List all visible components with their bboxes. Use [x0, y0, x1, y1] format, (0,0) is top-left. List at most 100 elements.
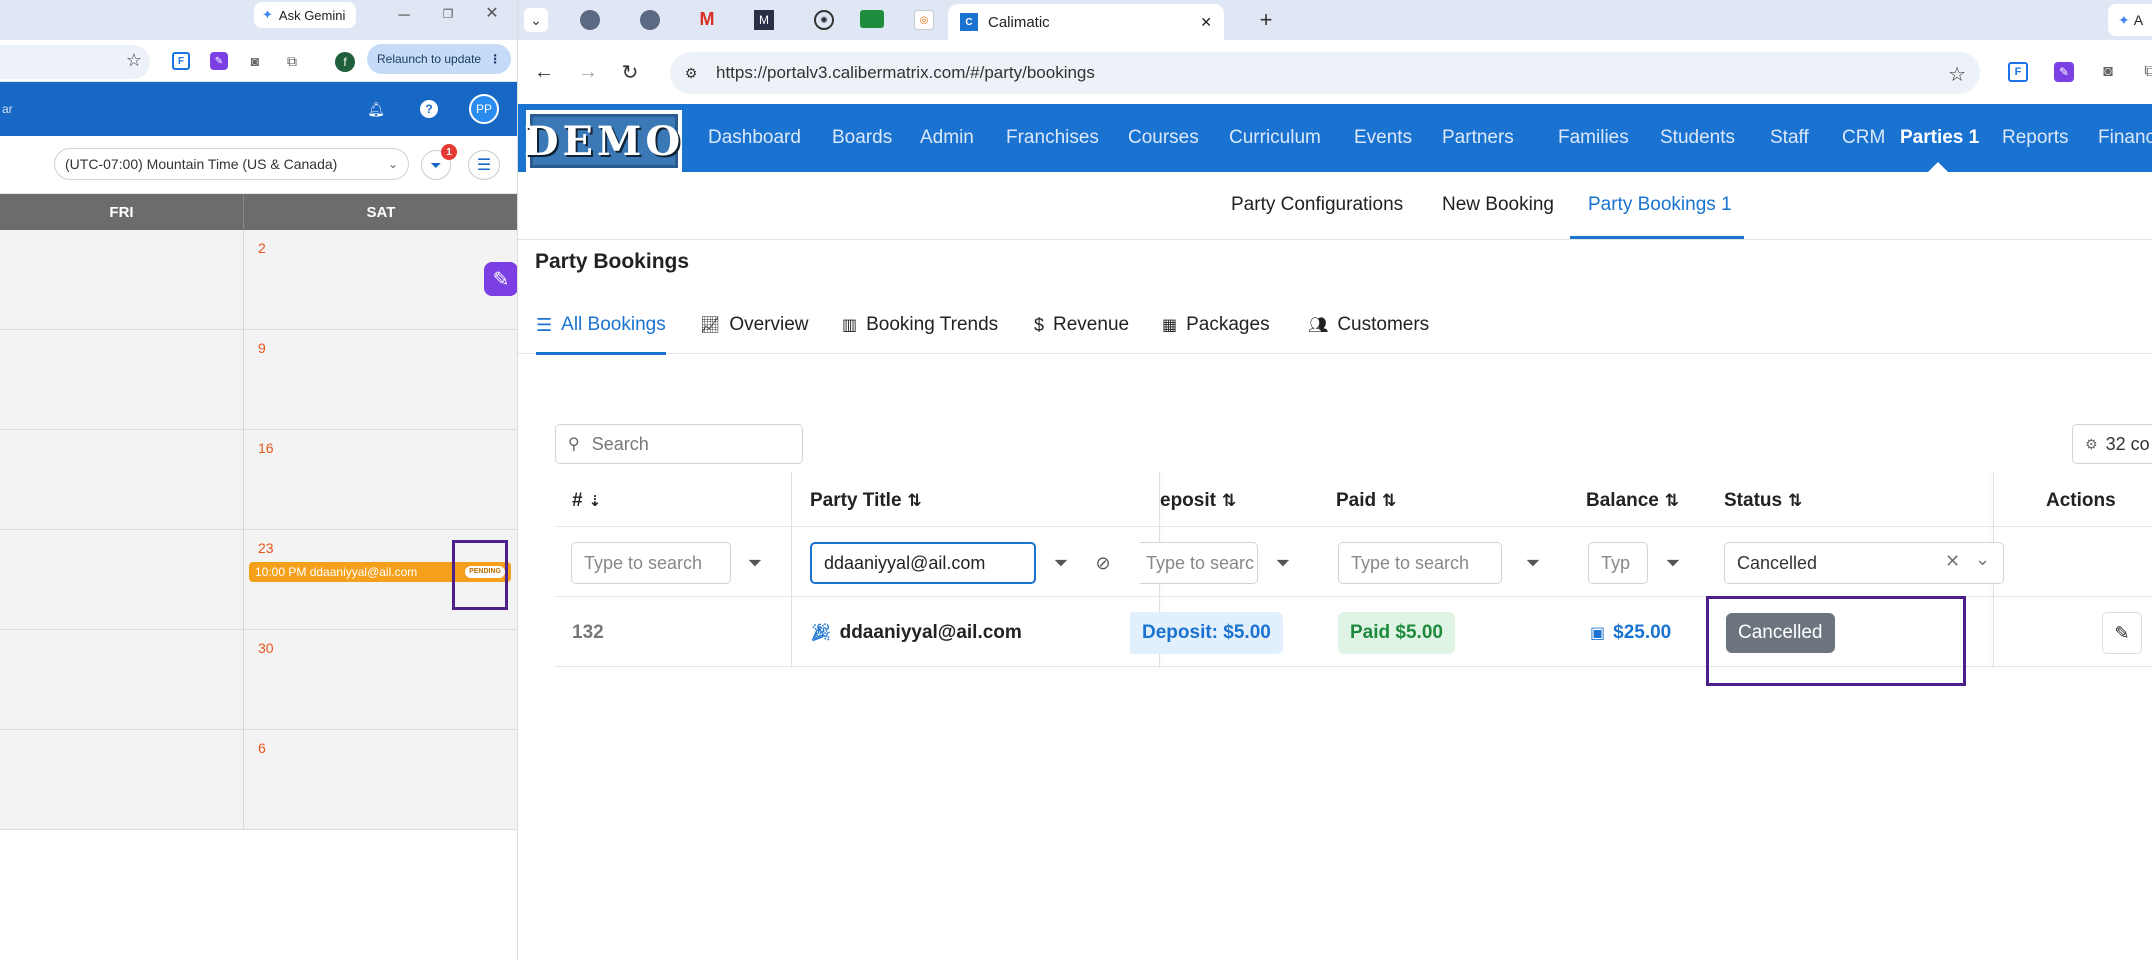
filter-icon[interactable]: ⏷: [1662, 552, 1684, 574]
deposit-filter-input[interactable]: Type to searc: [1140, 542, 1258, 584]
minimize-icon[interactable]: ─: [396, 7, 412, 24]
status-filter-select[interactable]: Cancelled ✕ ⌄: [1724, 542, 2004, 584]
filter-icon[interactable]: ⏷: [744, 552, 766, 574]
new-tab-icon[interactable]: +: [1254, 7, 1278, 32]
ask-gemini-tab[interactable]: ✦ Ask Gemini: [254, 2, 356, 28]
globe-tab-icon[interactable]: [580, 10, 600, 30]
search-input[interactable]: ⚲ Search: [555, 424, 803, 464]
camera-icon[interactable]: ◙: [246, 52, 264, 70]
globe-tab-icon[interactable]: [640, 10, 660, 30]
id-filter-input[interactable]: Type to search: [571, 542, 731, 584]
back-icon[interactable]: ←: [532, 60, 556, 84]
column-header-paid[interactable]: Paid ⇅: [1336, 474, 1396, 528]
column-header-balance[interactable]: Balance ⇅: [1586, 474, 1679, 528]
bell-icon[interactable]: 🔔︎: [367, 100, 385, 118]
calendar-cell[interactable]: 2: [244, 230, 517, 329]
tab-booking-trends[interactable]: ▥ Booking Trends: [842, 314, 998, 336]
profile-icon[interactable]: f: [335, 52, 355, 72]
gmail-tab-icon[interactable]: M: [696, 9, 718, 29]
app-tab-icon[interactable]: ◎: [914, 10, 934, 30]
right-edge-tab[interactable]: ✦ A: [2108, 4, 2152, 36]
site-info-icon[interactable]: ⚙: [680, 62, 702, 84]
edit-pen-icon[interactable]: ✎: [484, 262, 517, 296]
subnav-party-configurations[interactable]: Party Configurations: [1231, 194, 1403, 216]
avatar[interactable]: PP: [469, 94, 499, 124]
demo-logo[interactable]: DEMO: [524, 110, 682, 172]
camera-icon[interactable]: ◙: [2098, 62, 2118, 82]
calendar-cell[interactable]: 30: [244, 630, 517, 729]
column-header-id[interactable]: # ⇣: [572, 474, 601, 528]
row-party-title[interactable]: 🎉︎ ddaaniyyal@ail.com: [810, 622, 1022, 644]
app-tab-icon[interactable]: M: [754, 10, 774, 30]
meet-tab-icon[interactable]: [860, 10, 884, 28]
relaunch-button[interactable]: Relaunch to update ⋮: [367, 44, 511, 74]
calendar-cell[interactable]: [0, 430, 244, 529]
nav-admin[interactable]: Admin: [920, 104, 974, 172]
puzzle-icon[interactable]: ⧉: [2140, 62, 2152, 82]
bookmark-star-icon[interactable]: ☆: [124, 50, 144, 70]
active-tab[interactable]: C Calimatic ✕: [948, 4, 1224, 40]
calendar-cell[interactable]: 16: [244, 430, 517, 529]
tab-all-bookings[interactable]: ☰ All Bookings: [536, 314, 666, 336]
nav-reports[interactable]: Reports: [2002, 104, 2069, 172]
calendar-cell[interactable]: [0, 730, 244, 829]
filter-icon[interactable]: ⏷: [1272, 552, 1294, 574]
nav-students[interactable]: Students: [1660, 104, 1735, 172]
party-title-filter-input[interactable]: ddaaniyyal@ail.com: [810, 542, 1036, 584]
nav-dashboard[interactable]: Dashboard: [708, 104, 801, 172]
calendar-cell[interactable]: [0, 530, 244, 629]
nav-courses[interactable]: Courses: [1128, 104, 1199, 172]
puzzle-icon[interactable]: ⧉: [282, 51, 302, 71]
calendar-cell[interactable]: 9: [244, 330, 517, 429]
nav-families[interactable]: Families: [1558, 104, 1629, 172]
tab-packages[interactable]: ▦ Packages: [1162, 314, 1270, 336]
subnav-new-booking[interactable]: New Booking: [1442, 194, 1554, 216]
subnav-party-bookings[interactable]: Party Bookings 1: [1588, 194, 1732, 216]
column-header-deposit[interactable]: eposit ⇅: [1160, 474, 1236, 528]
openai-tab-icon[interactable]: ✺: [814, 10, 834, 30]
calendar-cell[interactable]: 6: [244, 730, 517, 829]
nav-crm[interactable]: CRM: [1842, 104, 1885, 172]
edit-icon[interactable]: ✎: [2102, 612, 2142, 654]
tab-revenue[interactable]: $ Revenue: [1034, 314, 1129, 336]
paid-filter-input[interactable]: Type to search: [1338, 542, 1502, 584]
forward-icon[interactable]: →: [576, 60, 600, 84]
reload-icon[interactable]: ↻: [618, 60, 642, 84]
nav-events[interactable]: Events: [1354, 104, 1412, 172]
bookmark-star-icon[interactable]: ☆: [1948, 62, 1966, 87]
extension-pen-icon[interactable]: ✎: [210, 52, 228, 70]
columns-button[interactable]: ⚙ 32 co: [2072, 424, 2152, 464]
calendar-cell[interactable]: [0, 630, 244, 729]
extension-pen-icon[interactable]: ✎: [2054, 62, 2074, 82]
nav-staff[interactable]: Staff: [1770, 104, 1809, 172]
restore-icon[interactable]: ❐: [440, 6, 456, 22]
column-header-status[interactable]: Status ⇅: [1724, 474, 1802, 528]
calendar-cell[interactable]: [0, 330, 244, 429]
address-bar[interactable]: ⚙ https://portalv3.calibermatrix.com/#/p…: [670, 52, 1980, 94]
close-tab-icon[interactable]: ✕: [1200, 14, 1212, 31]
filter-icon[interactable]: ⏷: [1050, 552, 1072, 574]
extension-ft-icon[interactable]: F: [2008, 62, 2028, 82]
close-window-icon[interactable]: ✕: [484, 5, 500, 22]
calendar-cell[interactable]: [0, 230, 244, 329]
help-icon[interactable]: ?: [420, 100, 438, 118]
settings-sliders-button[interactable]: ☰: [468, 150, 500, 180]
nav-partners[interactable]: Partners: [1442, 104, 1514, 172]
extension-ft-icon[interactable]: F: [172, 52, 190, 70]
nav-financ[interactable]: Financ: [2098, 104, 2152, 172]
clear-icon[interactable]: ✕: [1945, 551, 1960, 572]
tab-label: All Bookings: [561, 314, 666, 335]
nav-boards[interactable]: Boards: [832, 104, 892, 172]
nav-franchises[interactable]: Franchises: [1006, 104, 1099, 172]
balance-filter-input[interactable]: Typ: [1588, 542, 1648, 584]
clear-filter-icon[interactable]: ⊘: [1092, 552, 1114, 574]
timezone-select[interactable]: (UTC-07:00) Mountain Time (US & Canada) …: [54, 148, 409, 180]
tab-overview[interactable]: 📈︎ Overview: [700, 314, 809, 336]
pinned-column-divider: [791, 472, 792, 668]
filter-icon[interactable]: ⏷: [1522, 552, 1544, 574]
calendar-header-fri: FRI: [0, 194, 244, 230]
tab-search-icon[interactable]: ⌄: [524, 8, 548, 32]
column-header-party-title[interactable]: Party Title ⇅: [810, 474, 922, 528]
nav-curriculum[interactable]: Curriculum: [1229, 104, 1321, 172]
tab-customers[interactable]: 👥︎ Customers: [1308, 314, 1429, 336]
